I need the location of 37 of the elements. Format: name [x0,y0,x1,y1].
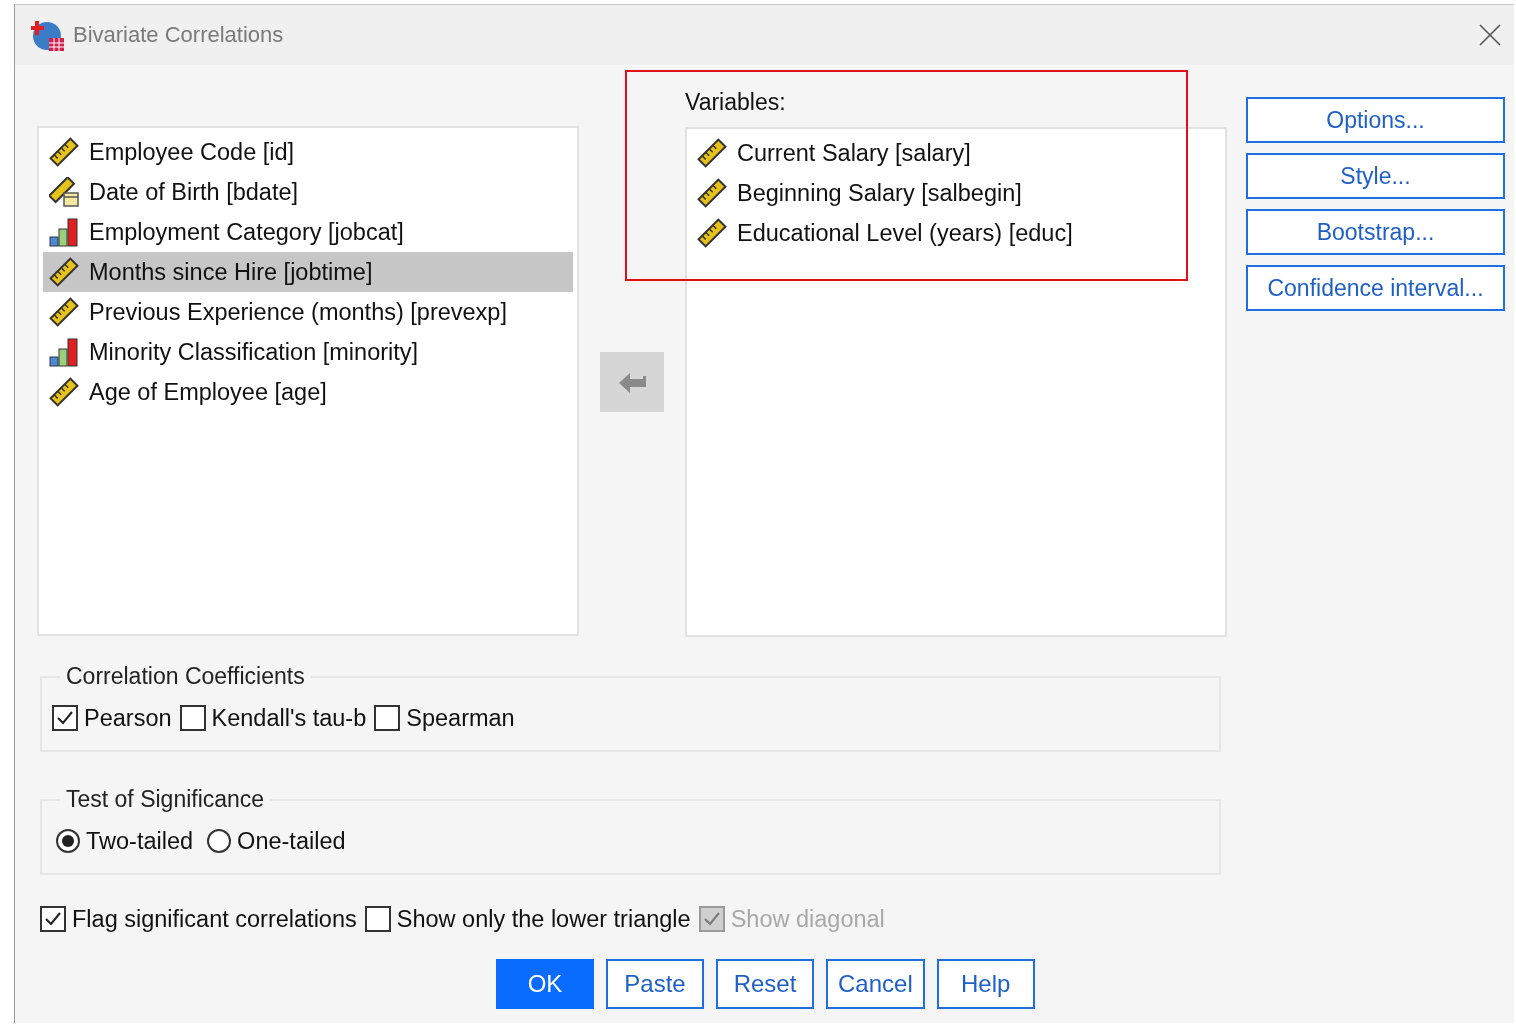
checkbox[interactable]: Show only the lower triangle [364,905,691,933]
variable-list[interactable]: Employee Code [id] Date of Birth [bdate] Employment Category [jobcat] Months since Hire [jobtime] Previous Experience (months) [prevexp] Minority Classification [minority] Age of Employee [age] [37,126,579,636]
list-item[interactable]: Months since Hire [jobtime] [43,252,573,292]
checkbox[interactable]: Spearman [374,704,515,732]
list-item[interactable]: Date of Birth [bdate] [43,172,573,212]
checkbox[interactable]: Flag significant correlations [40,905,357,933]
dialog-button[interactable]: Paste [606,959,704,1009]
left-arrow-icon [617,370,647,394]
group-title: Test of Significance [65,786,266,813]
radio-button[interactable]: One-tailed [207,827,346,855]
dialog-button[interactable]: Reset [716,959,814,1009]
list-item[interactable]: Previous Experience (months) [prevexp] [43,292,573,332]
app-icon [31,18,65,52]
dialog-button[interactable]: OK [496,959,594,1009]
close-icon [1479,24,1501,46]
group-title: Correlation Coefficients [65,663,306,690]
variables-label: Variables: [685,89,787,117]
dialog-button[interactable]: Confidence interval... [1246,265,1505,311]
bar-chart-icon [49,217,79,247]
checkbox[interactable]: Pearson [52,704,172,732]
list-item[interactable]: Minority Classification [minority] [43,332,573,372]
radio-button[interactable]: Two-tailed [56,827,194,855]
window-title: Bivariate Correlations [73,22,285,48]
list-item[interactable]: Employment Category [jobcat] [43,212,573,252]
list-item[interactable]: Educational Level (years) [educ] [691,213,1221,253]
variable-list[interactable]: Current Salary [salary] Beginning Salary [salbegin] Educational Level (years) [educ] [685,127,1227,637]
checkbox[interactable]: Kendall's tau-b [179,704,367,732]
dialog-button[interactable]: Cancel [826,959,925,1009]
list-item[interactable]: Employee Code [id] [43,132,573,172]
list-item[interactable]: Beginning Salary [salbegin] [691,173,1221,213]
dialog-button[interactable]: Bootstrap... [1246,209,1505,255]
list-item[interactable]: Current Salary [salary] [691,133,1221,173]
dialog-button[interactable]: Options... [1246,97,1505,143]
dialog-button[interactable]: Style... [1246,153,1505,199]
list-item[interactable]: Age of Employee [age] [43,372,573,412]
bar-chart-icon [49,337,79,367]
dialog-button[interactable]: Help [936,959,1035,1009]
